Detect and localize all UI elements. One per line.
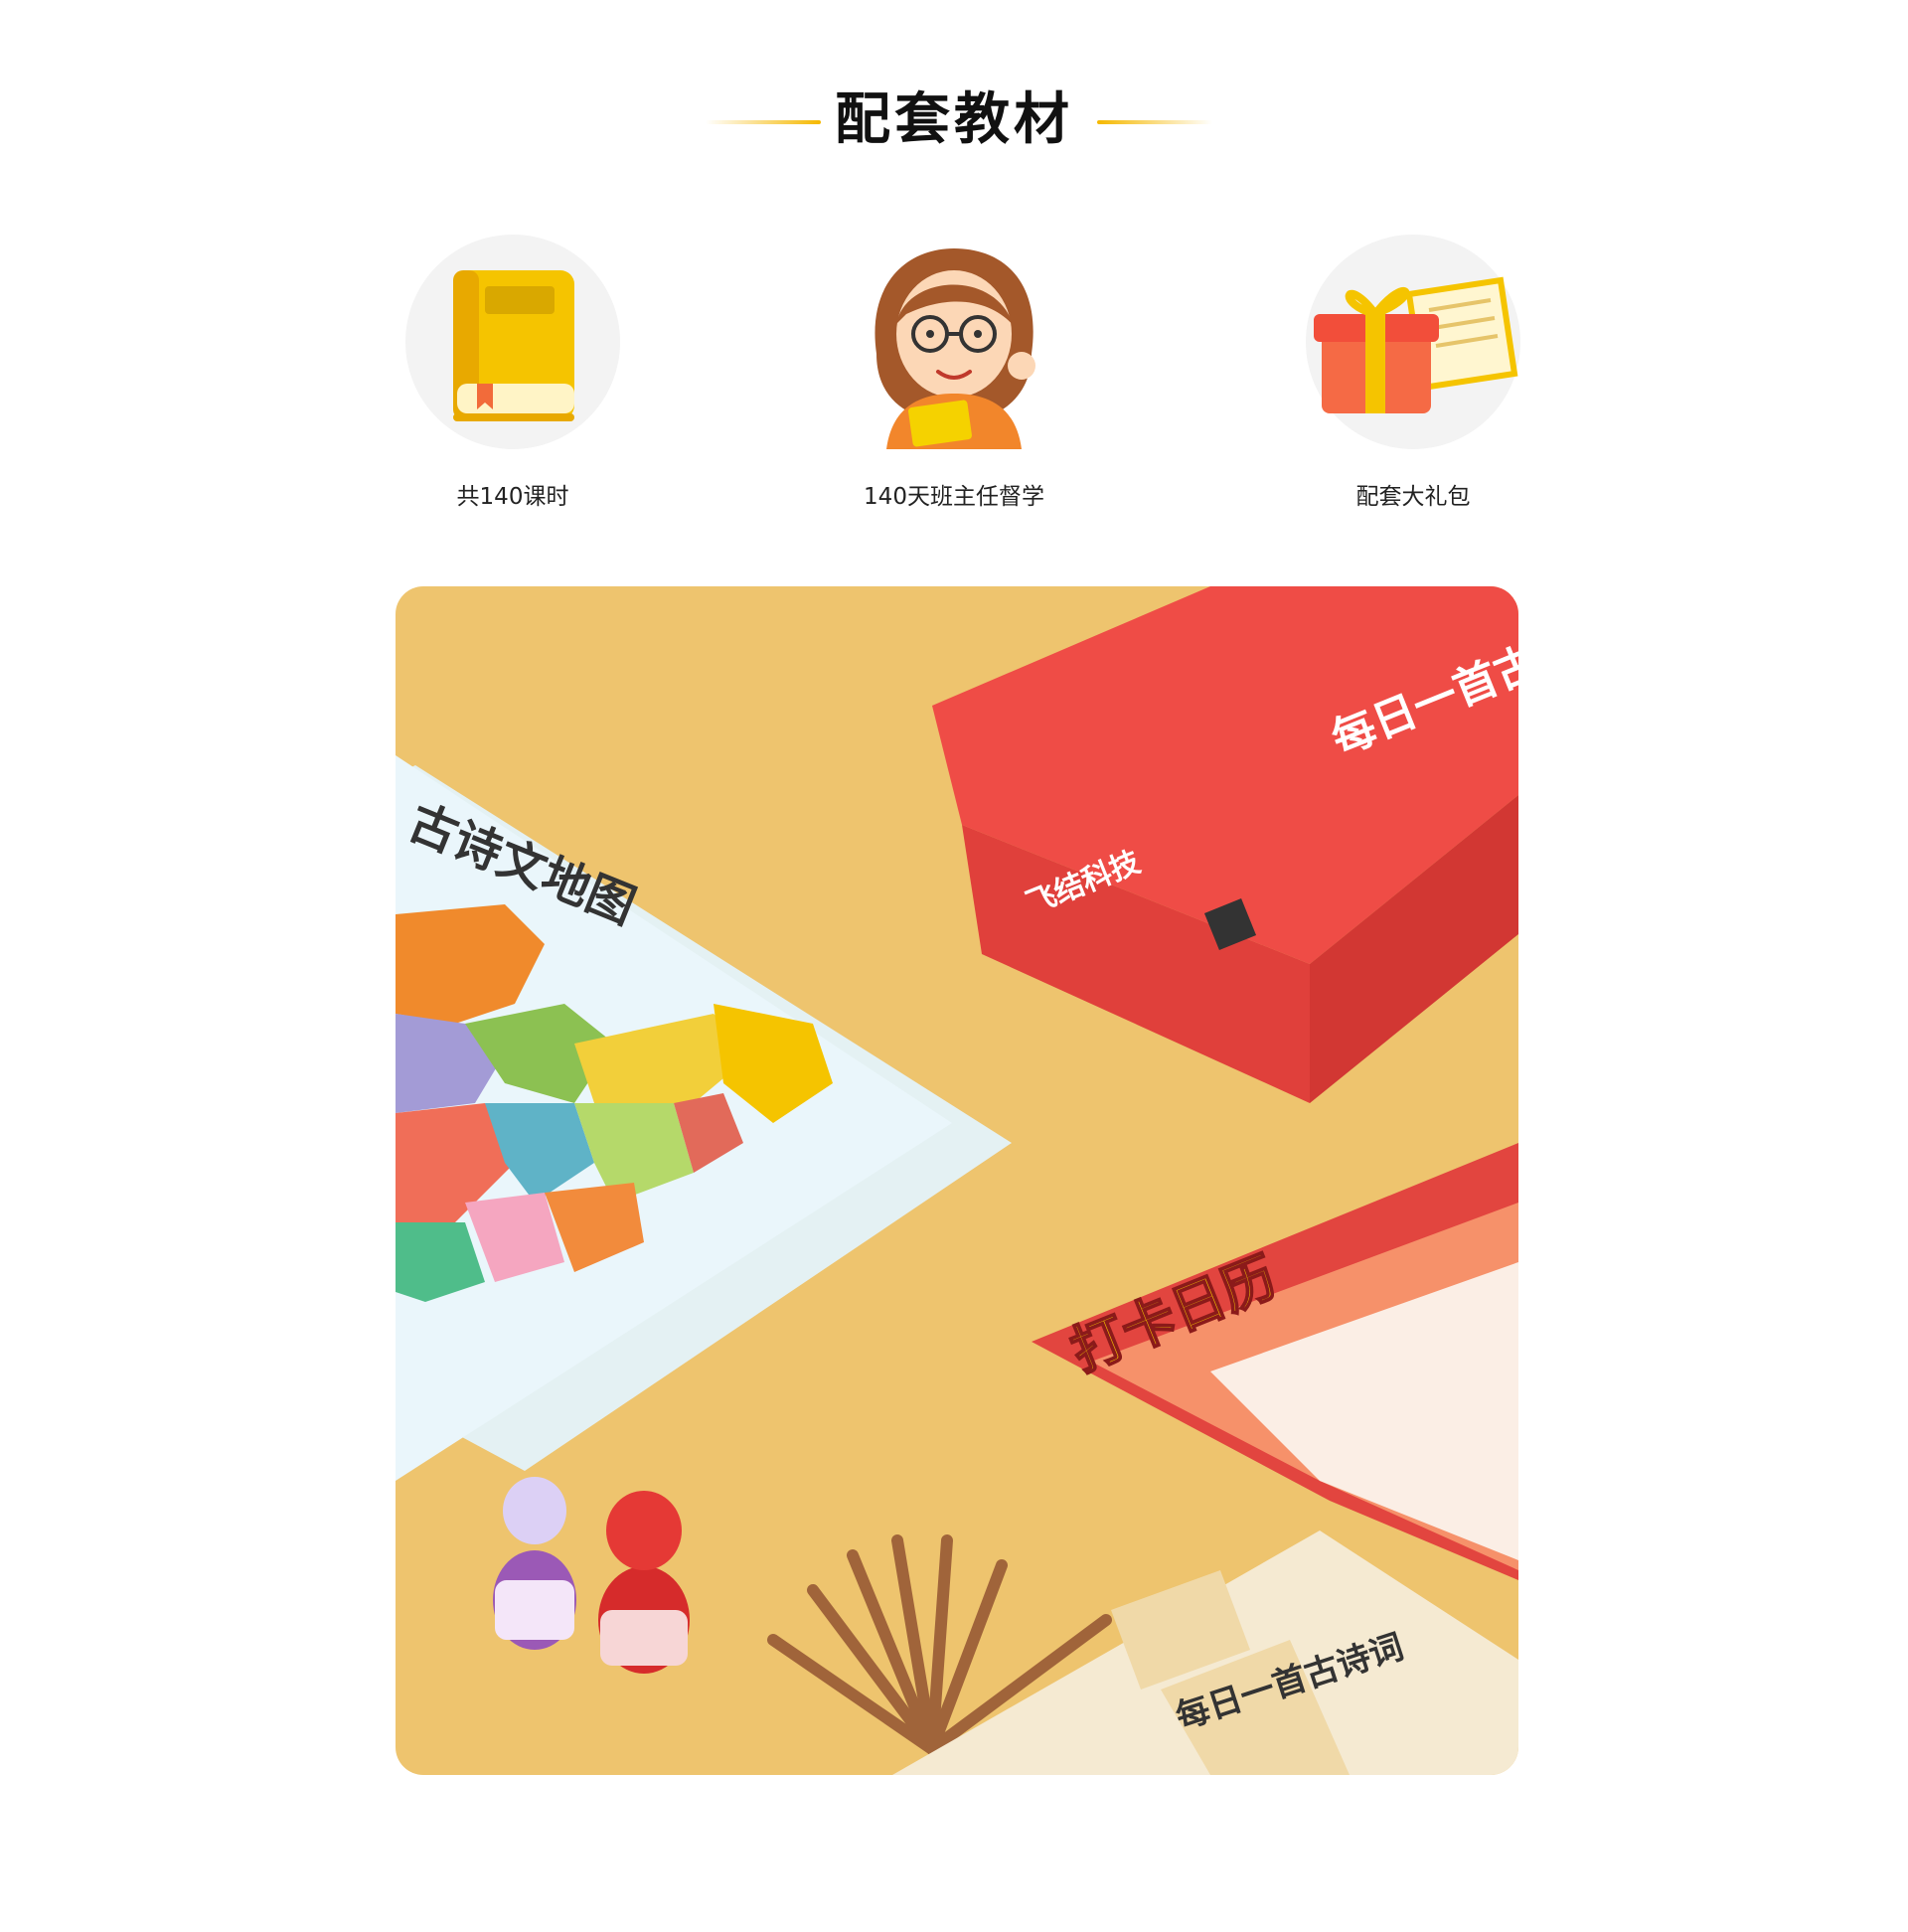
feature-circle [405, 235, 620, 449]
section-title: 配套教材 [835, 87, 1073, 152]
feature-circle [1306, 235, 1520, 449]
feature-circle [847, 235, 1061, 449]
product-photo: 古诗文地图 飞结科技 每日一首古诗词 打卡日历 每日一首古诗词 [396, 586, 1518, 1775]
book-icon [453, 270, 574, 421]
heading-left-rule [706, 120, 821, 124]
teacher-icon [874, 248, 1035, 449]
feature-gift-pack: 配套大礼包 [1306, 235, 1520, 510]
feature-lessons: 共140课时 [405, 235, 620, 510]
feature-label: 共140课时 [456, 484, 569, 510]
gift-icon [1314, 276, 1518, 413]
feature-label: 140天班主任督学 [864, 484, 1044, 510]
feature-label: 配套大礼包 [1355, 484, 1471, 510]
product-illustration: 古诗文地图 飞结科技 每日一首古诗词 打卡日历 每日一首古诗词 [396, 586, 1518, 1775]
feature-supervision: 140天班主任督学 [847, 235, 1061, 510]
heading-right-rule [1097, 120, 1212, 124]
section-heading: 配套教材 [0, 83, 1908, 157]
